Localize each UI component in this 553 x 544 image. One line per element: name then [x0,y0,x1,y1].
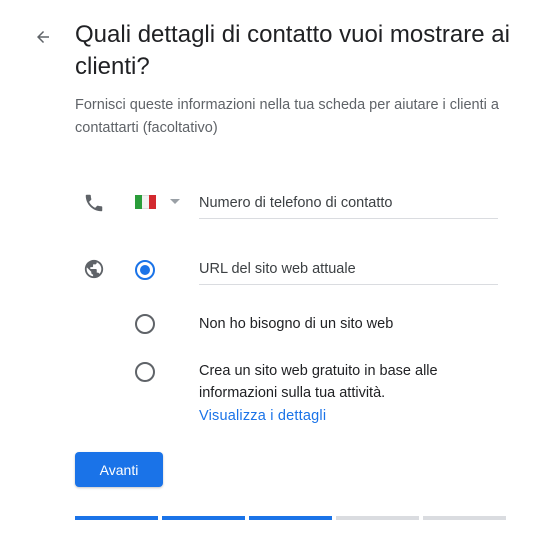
back-button[interactable] [28,22,58,52]
page-subtitle: Fornisci queste informazioni nella tua s… [75,97,499,136]
chevron-down-icon[interactable] [170,199,180,204]
globe-icon [82,257,106,281]
phone-number-input[interactable] [199,188,498,219]
progress-step [423,516,506,520]
page-title: Quali dettagli di contatto vuoi mostrare… [75,21,510,80]
radio-free-website[interactable] [135,362,155,382]
no-website-label[interactable]: Non ho bisogno di un sito web [199,313,499,335]
arrow-back-icon [37,31,49,43]
contact-details-page: Quali dettagli di contatto vuoi mostrare… [0,0,553,544]
free-website-label[interactable]: Crea un sito web gratuito in base alle i… [199,360,499,404]
view-details-link[interactable]: Visualizza i dettagli [199,405,326,427]
radio-current-website[interactable] [135,260,155,280]
radio-no-website[interactable] [135,314,155,334]
next-button[interactable]: Avanti [75,452,163,487]
progress-step [75,516,158,520]
phone-icon [82,191,106,215]
italy-flag-icon[interactable] [135,195,156,209]
progress-bar [75,516,506,520]
progress-step [162,516,245,520]
website-url-input[interactable] [199,254,498,285]
progress-step [249,516,332,520]
progress-step [336,516,419,520]
